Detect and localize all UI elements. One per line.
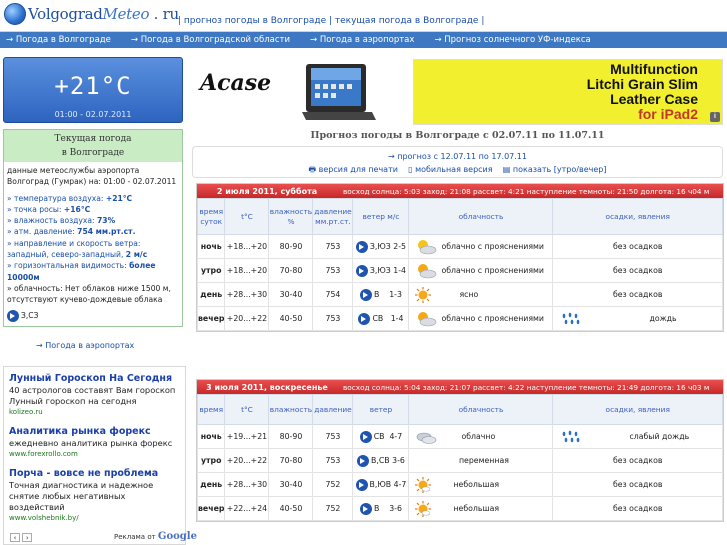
current-temp: +21°C — [54, 72, 132, 100]
ad-item[interactable]: Аналитика рынка форекс ежедневно аналити… — [9, 426, 180, 459]
ipad-case-image[interactable] — [300, 60, 378, 122]
ads-by-google[interactable]: Реклама от Google — [114, 531, 197, 542]
site-header: VolgogradMeteo . ru | прогноз погоды в В… — [0, 0, 727, 32]
ipad-case-banner[interactable]: Multifunction Litchi Grain Slim Leather … — [413, 59, 723, 125]
visibility-row: » горизонтальная видимость: более 10000м — [7, 261, 156, 282]
print-version-link[interactable]: версия для печати — [319, 165, 398, 174]
forecast-day: 3 июля 2011, воскресенье восход солнца: … — [196, 379, 724, 522]
nav-item-uv-index[interactable]: → Прогноз солнечного УФ-индекса — [434, 35, 590, 45]
main-nav: → Погода в Волгограде → Погода в Волгогр… — [0, 32, 727, 48]
forecast-table: время t°C влажность давление ветер облач… — [196, 394, 723, 521]
forecast-options: → прогноз с 12.07.11 по 17.07.11 🖶 верси… — [192, 146, 723, 178]
col-pressure: давление — [312, 394, 354, 425]
ad-info-icon[interactable]: i — [710, 112, 720, 122]
ads-block: Лунный Гороскоп На Сегодня 40 астрологов… — [3, 366, 197, 545]
wind-direction-row: З,СЗ — [7, 309, 179, 322]
wind-direction-icon — [359, 502, 372, 515]
wind-row: » направление и скорость ветра: западный… — [7, 238, 148, 260]
wind-direction-icon — [355, 240, 368, 253]
col-clouds: облачность — [408, 198, 554, 235]
col-clouds: облачность — [408, 394, 554, 425]
day-date: 2 июля 2011, суббота — [216, 186, 318, 196]
col-time: время суток — [196, 198, 226, 235]
ads-footer: ‹ › Реклама от Google — [10, 531, 197, 542]
humidity-row: » влажность воздуха: 73% — [7, 216, 116, 226]
col-temp: t°C — [224, 198, 270, 235]
col-precip: осадки, явления — [552, 394, 723, 425]
current-datetime: 01:00 - 02.07.2011 — [54, 110, 132, 119]
col-humidity: влажность — [268, 394, 314, 425]
left-column: +21°C 01:00 - 02.07.2011 Текущая погода … — [0, 53, 186, 350]
table-row: день +28...+30 30-40 752 В,ЮВ 4-7 неболь… — [196, 472, 723, 497]
globe-icon — [4, 3, 26, 25]
forecast-title: Прогноз погоды в Волгограде с 02.07.11 п… — [310, 130, 605, 141]
partly-cloudy-icon — [418, 263, 437, 278]
logo-text: VolgogradMeteo . ru — [28, 5, 179, 23]
col-humidity: влажность % — [268, 198, 314, 235]
wind-direction-icon — [359, 288, 372, 301]
col-pressure: давление мм.рт.ст. — [312, 198, 354, 235]
header-links[interactable]: | прогноз погоды в Волгограде | текущая … — [178, 16, 484, 26]
table-row: ночь +19...+21 80-90 753 СВ 4-7 облачно … — [196, 424, 723, 449]
sun-icon — [415, 286, 432, 303]
ad-item[interactable]: Порча - вовсе не проблема Точная диагнос… — [9, 468, 180, 523]
table-row: вечер +20...+22 40-50 753 СВ 1-4 облачно… — [196, 306, 723, 331]
wind-direction-icon — [357, 454, 370, 467]
wind-direction-icon — [7, 309, 19, 322]
col-time: время — [196, 394, 226, 425]
col-wind: ветер — [352, 394, 410, 425]
pressure-row: » атм. давление: 754 мм.рт.ст. — [7, 227, 136, 237]
table-row: утро +20...+22 70-80 753 В,СВ 3-6 переме… — [196, 448, 723, 473]
col-wind: ветер м/с — [352, 198, 410, 235]
table-row: вечер +22...+24 40-50 752 В 3-6 небольша… — [196, 496, 723, 521]
table-row: день +28...+30 30-40 754 В 1-3 ясно без … — [196, 282, 723, 307]
current-weather-box: Текущая погода в Волгограде данные метео… — [3, 129, 183, 327]
next-period-link[interactable]: → прогноз с 12.07.11 по 17.07.11 — [193, 150, 722, 163]
rain-icon — [563, 312, 580, 324]
sun-cloud-icon — [415, 500, 432, 517]
mobile-icon[interactable]: ▯ — [408, 165, 412, 174]
clouds-row: » облачность: Нет облаков ниже 1500 м, о… — [7, 283, 171, 305]
wind-direction-icon — [355, 264, 368, 277]
ad-item[interactable]: Лунный Гороскоп На Сегодня 40 астрологов… — [9, 373, 180, 417]
show-morning-evening-link[interactable]: показать [утро/вечер] — [513, 165, 607, 174]
col-temp: t°C — [224, 394, 270, 425]
print-icon[interactable]: 🖶 — [309, 165, 317, 174]
current-temp-box: +21°C 01:00 - 02.07.2011 — [3, 57, 183, 123]
sun-times: восход солнца: 5:04 заход: 21:07 рассвет… — [343, 382, 710, 392]
col-precip: осадки, явления — [552, 198, 723, 235]
mobile-version-link[interactable]: мобильная версия — [415, 165, 493, 174]
sun-cloud-icon — [415, 476, 432, 493]
partly-cloudy-icon — [418, 311, 437, 326]
wind-direction-icon — [359, 430, 372, 443]
next-ad-icon[interactable]: › — [22, 533, 33, 542]
partly-cloudy-night-icon — [418, 239, 437, 254]
current-weather-title: Текущая погода в Волгограде — [4, 130, 182, 162]
table-row: ночь +18...+20 80-90 753 З,ЮЗ 2-5 облачн… — [196, 234, 723, 259]
prev-ad-icon[interactable]: ‹ — [10, 533, 20, 542]
cloudy-night-icon — [417, 432, 437, 444]
site-logo[interactable]: VolgogradMeteo . ru — [4, 3, 179, 25]
air-temp-row: » температура воздуха: +21°C — [7, 193, 133, 203]
dew-point-row: » точка росы: +16°C — [7, 204, 91, 214]
airports-link[interactable]: → Погода в аэропортах — [36, 341, 186, 350]
day-header: 3 июля 2011, воскресенье восход солнца: … — [197, 380, 723, 394]
source-text: данные метеослужбы аэропорта Волгоград (… — [7, 166, 177, 187]
forecast-table: время суток t°C влажность % давление мм.… — [196, 198, 723, 331]
nav-item-volgograd[interactable]: → Погода в Волгограде — [6, 35, 111, 45]
wind-direction-icon — [355, 478, 368, 491]
nav-item-airports[interactable]: → Погода в аэропортах — [310, 35, 414, 45]
sun-times: восход солнца: 5:03 заход: 21:08 рассвет… — [343, 186, 710, 196]
nav-item-region[interactable]: → Погода в Волгоградской области — [131, 35, 290, 45]
rain-icon — [563, 430, 580, 442]
day-header: 2 июля 2011, суббота восход солнца: 5:03… — [197, 184, 723, 198]
wind-direction-icon — [358, 312, 371, 325]
toggle-icon[interactable]: ▤ — [503, 165, 511, 174]
forecast-day: 2 июля 2011, суббота восход солнца: 5:03… — [196, 183, 724, 332]
current-weather-details: данные метеослужбы аэропорта Волгоград (… — [4, 162, 182, 326]
acase-logo[interactable]: Acase — [200, 70, 271, 96]
table-row: утро +18...+20 70-80 753 З,ЮЗ 1-4 облачн… — [196, 258, 723, 283]
day-date: 3 июля 2011, воскресенье — [206, 382, 328, 392]
